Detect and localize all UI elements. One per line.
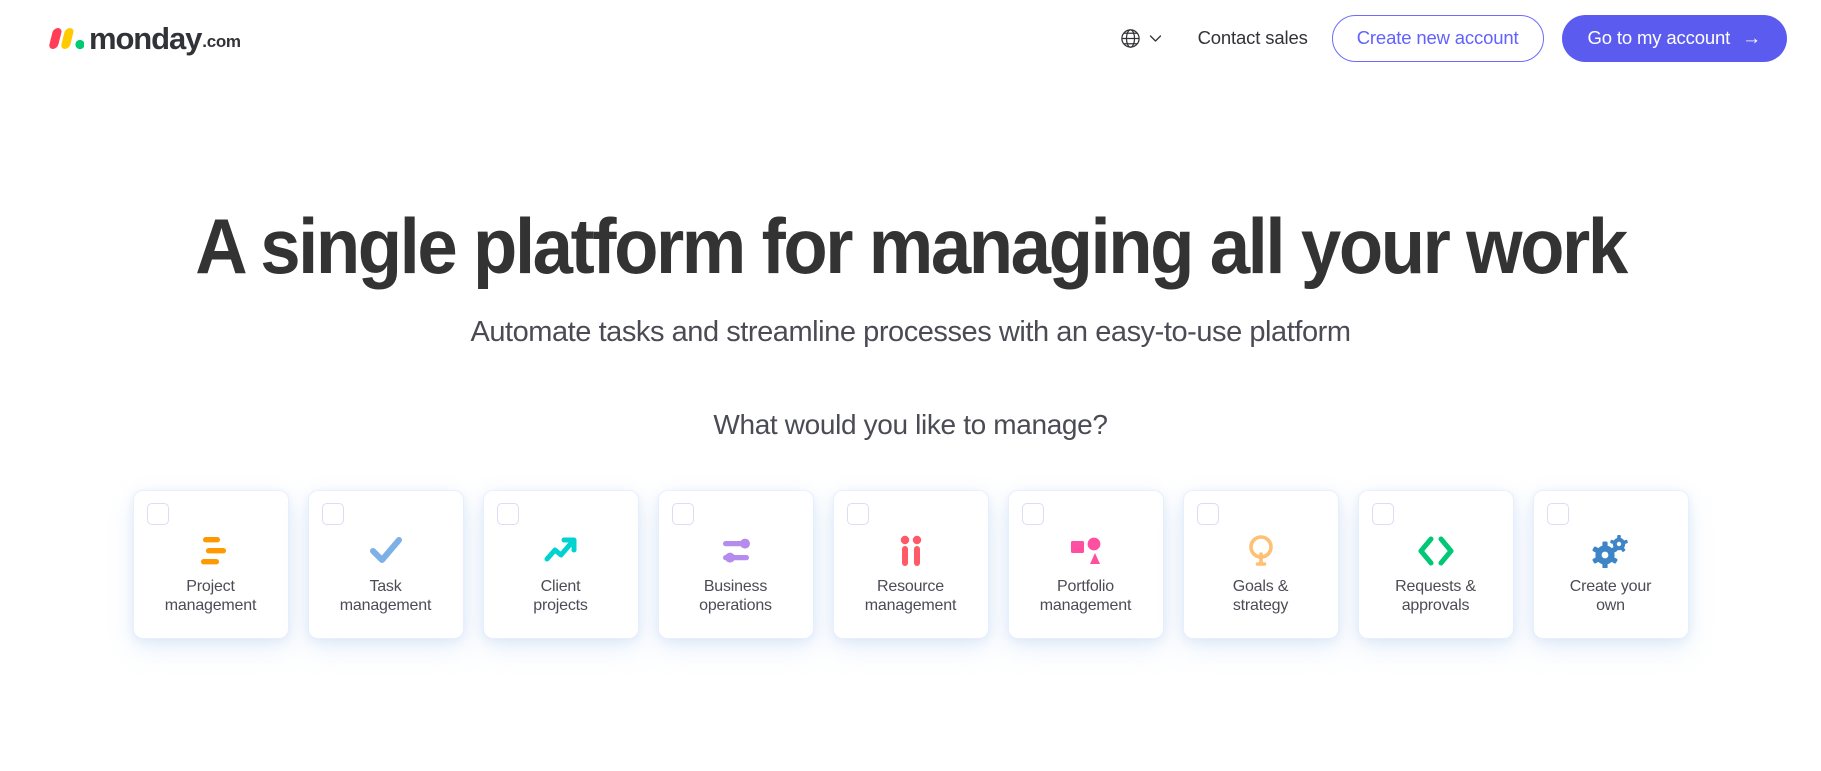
category-card-checkbox[interactable] (1196, 502, 1219, 525)
category-card-requests-approvals[interactable]: Requests & approvals (1358, 490, 1513, 638)
category-card-label: Client projects (533, 577, 588, 614)
category-card-label: Business operations (699, 577, 772, 614)
shapes-icon (1067, 531, 1105, 571)
globe-icon (1120, 28, 1140, 48)
site-header: monday .com Contact sales Create new acc… (0, 0, 1821, 76)
go-to-my-account-label: Go to my account (1587, 27, 1731, 48)
category-card-label: Project management (164, 577, 257, 614)
category-card-label: Requests & approvals (1395, 577, 1476, 614)
category-card-project-management[interactable]: Project management (133, 490, 288, 638)
category-card-goals-strategy[interactable]: Goals & strategy (1183, 490, 1338, 638)
category-card-task-management[interactable]: Task management (308, 490, 463, 638)
selection-prompt: What would you like to manage? (713, 408, 1108, 440)
checkmark-icon (367, 531, 405, 571)
category-cards-list: Project management Task management Clien… (133, 490, 1688, 638)
contact-sales-link[interactable]: Contact sales (1198, 27, 1308, 49)
category-card-label: Create your own (1569, 577, 1652, 614)
lightbulb-icon (1242, 531, 1280, 571)
category-card-checkbox[interactable] (496, 502, 519, 525)
logo-wordmark: monday (89, 20, 202, 56)
header-actions: Contact sales Create new account Go to m… (1109, 14, 1787, 62)
category-card-client-projects[interactable]: Client projects (483, 490, 638, 638)
hero-section: A single platform for managing all your … (0, 76, 1821, 441)
category-card-checkbox[interactable] (846, 502, 869, 525)
trending-up-icon (542, 531, 580, 571)
people-icon (892, 531, 930, 571)
monday-logo-mark (49, 28, 84, 50)
category-card-checkbox[interactable] (1371, 502, 1394, 525)
chevron-down-icon (1149, 34, 1161, 42)
create-new-account-button[interactable]: Create new account (1331, 14, 1544, 62)
go-to-my-account-button[interactable]: Go to my account → (1561, 14, 1787, 62)
category-card-create-your-own[interactable]: Create your own (1533, 490, 1688, 638)
category-card-checkbox[interactable] (1546, 502, 1569, 525)
category-card-label: Resource management (864, 577, 957, 614)
category-card-business-operations[interactable]: Business operations (658, 490, 813, 638)
bar-chart-icon (192, 531, 230, 571)
category-card-checkbox[interactable] (1021, 502, 1044, 525)
category-card-checkbox[interactable] (671, 502, 694, 525)
category-cards-section: Project management Task management Clien… (0, 490, 1821, 638)
arrow-right-icon: → (1742, 27, 1761, 49)
sliders-icon (717, 531, 755, 571)
category-card-label: Portfolio management (1039, 577, 1132, 614)
gears-icon (1592, 531, 1630, 571)
category-card-portfolio-management[interactable]: Portfolio management (1008, 490, 1163, 638)
page-title: A single platform for managing all your … (195, 202, 1628, 290)
language-switcher[interactable] (1109, 21, 1172, 56)
code-brackets-icon (1417, 531, 1455, 571)
category-card-resource-management[interactable]: Resource management (833, 490, 988, 638)
page-subtitle: Automate tasks and streamline processes … (470, 315, 1351, 348)
category-card-checkbox[interactable] (146, 502, 169, 525)
logo-tld: .com (202, 31, 241, 51)
category-card-label: Task management (339, 577, 432, 614)
category-card-checkbox[interactable] (321, 502, 344, 525)
category-card-label: Goals & strategy (1232, 577, 1289, 614)
monday-logo[interactable]: monday .com (46, 23, 241, 54)
